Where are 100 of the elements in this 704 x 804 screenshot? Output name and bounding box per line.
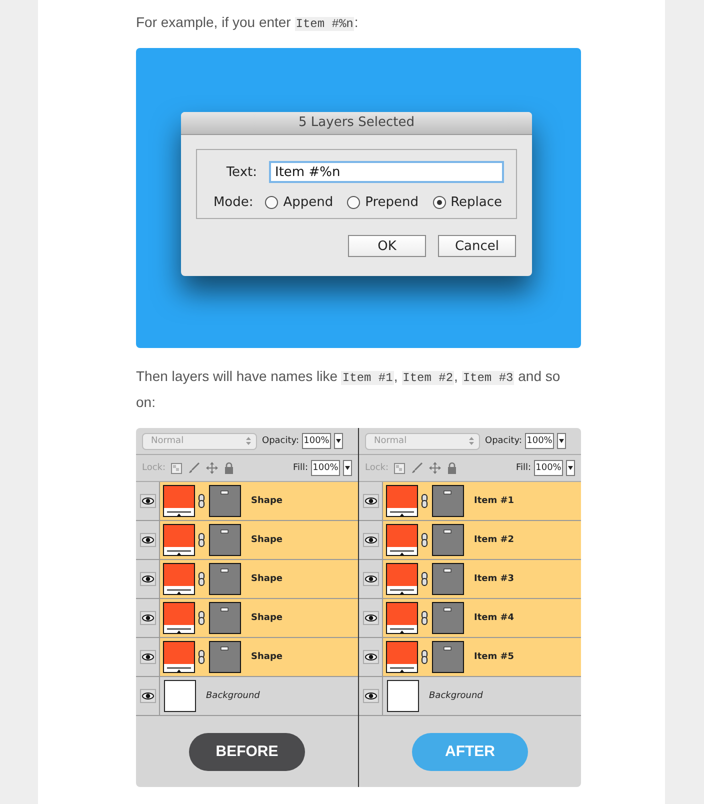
dialog-button[interactable]: Cancel	[438, 235, 516, 257]
eye-icon[interactable]	[140, 611, 156, 625]
mask-thumbnail	[209, 602, 241, 634]
mask-thumbnail	[209, 563, 241, 595]
mode-radio[interactable]: Prepend	[347, 194, 419, 210]
layer-name: Shape	[251, 613, 283, 623]
layer-name: Background	[206, 691, 260, 701]
shape-thumbnail-drawing	[386, 524, 418, 556]
shape-thumbnail-drawing	[386, 563, 418, 595]
layer-row[interactable]: Item #3	[359, 560, 581, 599]
text-field[interactable]: Item #%n	[269, 161, 504, 183]
layer-row[interactable]: Shape	[136, 599, 358, 638]
layer-row[interactable]: Item #4	[359, 599, 581, 638]
link-icon	[421, 572, 428, 586]
lock-icon[interactable]	[446, 462, 457, 474]
link-icon	[421, 494, 428, 508]
fill-label: Fill:	[292, 463, 308, 473]
shape-thumbnail-drawing	[163, 563, 195, 595]
layer-name: Item #3	[474, 574, 514, 584]
link-icon	[198, 533, 205, 547]
layer-name: Shape	[251, 652, 283, 662]
layer-row[interactable]: Item #5	[359, 638, 581, 677]
mode-radio[interactable]: Append	[265, 194, 334, 210]
layer-row[interactable]: Shape	[136, 521, 358, 560]
shape-thumbnail-drawing	[386, 641, 418, 673]
text-label: Text:	[225, 164, 258, 180]
lock-icon[interactable]	[224, 462, 234, 474]
shape-thumbnail-drawing	[163, 602, 195, 634]
mask-thumbnail	[432, 602, 464, 634]
eye-icon[interactable]	[362, 689, 378, 703]
link-icon	[421, 533, 428, 547]
dialog-button[interactable]: OK	[348, 235, 426, 257]
lock-label: Lock:	[365, 463, 389, 473]
eye-icon[interactable]	[362, 494, 378, 508]
move-icon[interactable]	[428, 462, 441, 474]
layer-row[interactable]: Background	[359, 677, 581, 716]
brush-icon[interactable]	[188, 462, 200, 474]
layer-name: Shape	[251, 496, 283, 506]
radio-circle[interactable]	[265, 196, 278, 208]
opacity-field[interactable]: 100%	[525, 433, 554, 449]
stepper-arrows-icon	[469, 437, 474, 445]
eye-icon[interactable]	[362, 533, 378, 547]
eye-icon[interactable]	[140, 650, 156, 664]
brush-icon[interactable]	[410, 462, 423, 474]
label-pill: BEFORE	[189, 732, 305, 770]
layer-name: Item #5	[474, 652, 514, 662]
opacity-label: Opacity:	[485, 436, 522, 446]
link-icon	[421, 611, 428, 625]
mode-label: Mode:	[212, 194, 254, 210]
eye-icon[interactable]	[362, 572, 378, 586]
mask-thumbnail	[432, 641, 464, 673]
label-pill: AFTER	[412, 732, 528, 770]
eye-icon[interactable]	[140, 689, 156, 703]
transparency-lock-icon[interactable]	[170, 462, 182, 474]
layer-name: Shape	[251, 574, 283, 584]
mask-thumbnail	[209, 524, 241, 556]
layer-name: Item #4	[474, 613, 514, 623]
background-thumbnail	[164, 680, 196, 712]
stepper-arrows-icon	[246, 437, 251, 445]
layer-row[interactable]: Item #1	[359, 482, 581, 521]
mask-thumbnail	[432, 563, 464, 595]
layer-row[interactable]: Background	[136, 677, 358, 716]
eye-icon[interactable]	[362, 650, 378, 664]
opacity-label: Opacity:	[262, 436, 299, 446]
layer-name: Item #1	[474, 496, 514, 506]
shape-thumbnail-drawing	[386, 602, 418, 634]
fill-label: Fill:	[516, 463, 531, 473]
dialog-title: 5 Layers Selected	[298, 115, 414, 130]
eye-icon[interactable]	[140, 572, 156, 586]
layer-row[interactable]: Shape	[136, 638, 358, 677]
layer-name: Background	[429, 691, 483, 701]
mask-thumbnail	[432, 485, 464, 517]
shape-thumbnail-drawing	[163, 524, 195, 556]
layer-row[interactable]: Shape	[136, 560, 358, 599]
mask-thumbnail	[209, 485, 241, 517]
background-thumbnail	[387, 680, 419, 712]
eye-icon[interactable]	[140, 533, 156, 547]
eye-icon[interactable]	[362, 611, 378, 625]
radio-circle[interactable]	[347, 196, 360, 208]
mask-thumbnail	[432, 524, 464, 556]
shape-thumbnail-drawing	[163, 485, 195, 517]
fill-field[interactable]: 100%	[311, 460, 340, 476]
link-icon	[421, 650, 428, 664]
lock-label: Lock:	[142, 463, 166, 473]
link-icon	[198, 611, 205, 625]
link-icon	[198, 572, 205, 586]
link-icon	[198, 494, 205, 508]
fill-field[interactable]: 100%	[534, 460, 563, 476]
link-icon	[198, 650, 205, 664]
eye-icon[interactable]	[140, 494, 156, 508]
mask-thumbnail	[209, 641, 241, 673]
opacity-field[interactable]: 100%	[302, 433, 331, 449]
layer-row[interactable]: Item #2	[359, 521, 581, 560]
mode-radio[interactable]: Replace	[432, 194, 502, 210]
transparency-lock-icon[interactable]	[394, 462, 405, 474]
shape-thumbnail-drawing	[386, 485, 418, 517]
layer-row[interactable]: Shape	[136, 482, 358, 521]
move-icon[interactable]	[206, 462, 218, 474]
radio-circle[interactable]	[432, 196, 446, 208]
shape-thumbnail-drawing	[163, 641, 195, 673]
